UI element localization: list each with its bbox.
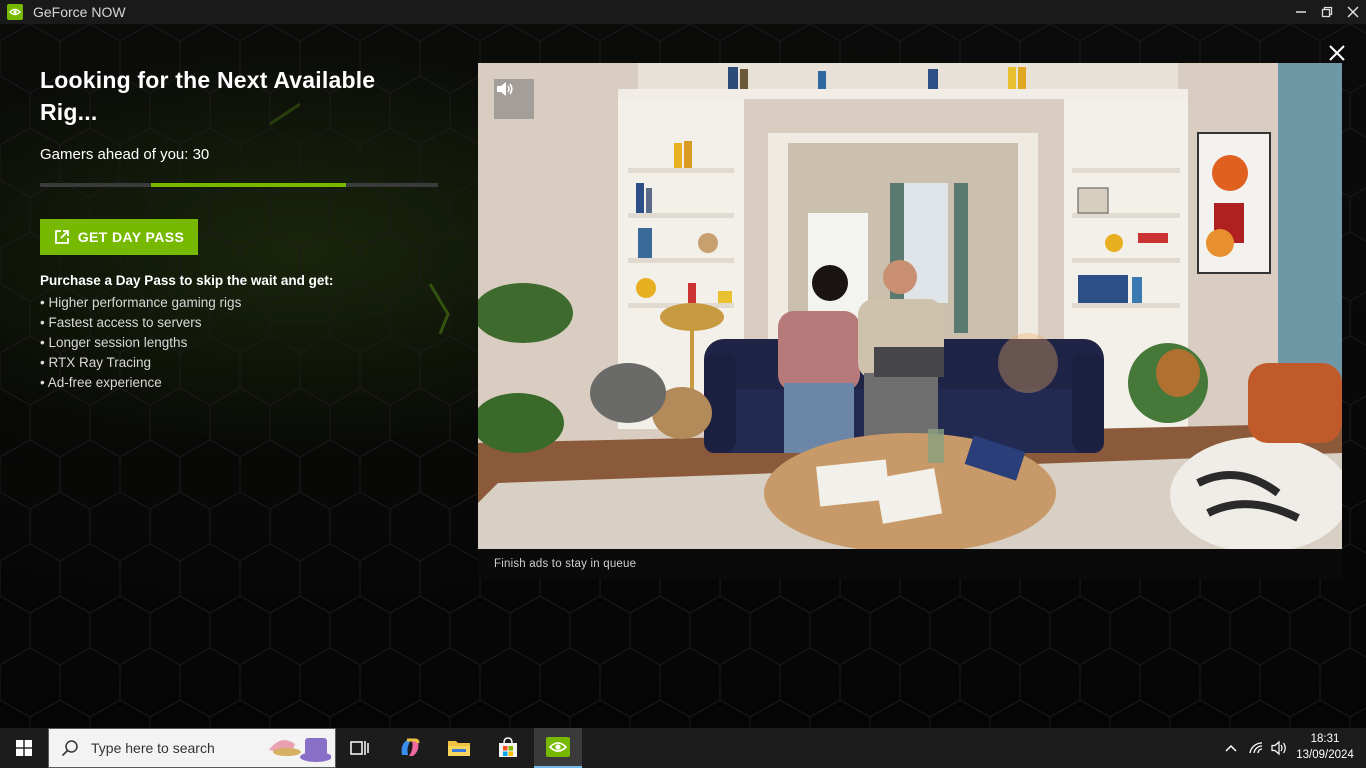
minimize-icon xyxy=(1296,11,1306,13)
geforce-now-taskbar-button[interactable] xyxy=(534,728,582,768)
minimize-button[interactable] xyxy=(1288,0,1314,24)
close-icon xyxy=(1329,45,1345,61)
copilot-icon xyxy=(401,738,420,756)
show-hidden-icons-button[interactable] xyxy=(1220,728,1242,768)
benefit-item: • Ad-free experience xyxy=(40,375,162,390)
queue-heading: Looking for the Next Available Rig... xyxy=(40,67,376,125)
external-link-icon xyxy=(54,230,69,244)
search-highlight-icon xyxy=(269,738,331,762)
close-icon xyxy=(1347,6,1359,18)
title-bar: GeForce NOW xyxy=(0,0,1366,24)
restore-button[interactable] xyxy=(1314,0,1340,24)
video-caption-bar: Finish ads to stay in queue xyxy=(478,549,1342,579)
queue-progress-fill xyxy=(151,183,347,187)
close-queue-button[interactable] xyxy=(1325,41,1349,65)
gamers-ahead-text: Gamers ahead of you: 30 xyxy=(40,146,210,163)
clock-time: 18:31 xyxy=(1310,733,1340,745)
chevron-up-icon xyxy=(1225,744,1237,752)
ad-video[interactable] xyxy=(478,63,1342,549)
benefit-item: • Higher performance gaming rigs xyxy=(40,295,242,310)
taskbar-clock[interactable]: 18:31 13/09/2024 xyxy=(1290,731,1360,763)
windows-logo-icon xyxy=(16,740,32,756)
volume-button[interactable] xyxy=(494,79,534,119)
nvidia-logo-icon xyxy=(7,4,23,20)
file-explorer-button[interactable] xyxy=(435,728,483,768)
folder-icon xyxy=(448,741,470,756)
benefit-item: • Fastest access to servers xyxy=(40,315,202,330)
nvidia-logo-icon xyxy=(546,737,570,757)
task-view-icon xyxy=(350,741,369,755)
get-day-pass-button[interactable]: GET DAY PASS xyxy=(40,219,198,255)
taskbar: Type here to search 18:31 13/09/2024 xyxy=(0,728,1366,768)
copilot-button[interactable] xyxy=(386,728,434,768)
window-title: GeForce NOW xyxy=(33,4,126,20)
store-icon xyxy=(499,737,517,757)
benefits-list: • Higher performance gaming rigs • Faste… xyxy=(40,293,241,393)
task-view-button[interactable] xyxy=(336,728,384,768)
wifi-icon xyxy=(1249,742,1263,754)
clock-date: 13/09/2024 xyxy=(1296,749,1354,761)
get-day-pass-label: GET DAY PASS xyxy=(77,229,185,245)
benefit-item: • RTX Ray Tracing xyxy=(40,355,152,370)
taskbar-search-box[interactable]: Type here to search xyxy=(48,728,336,768)
microsoft-store-button[interactable] xyxy=(484,728,532,768)
video-caption: Finish ads to stay in queue xyxy=(494,558,637,570)
search-placeholder: Type here to search xyxy=(91,740,215,756)
volume-icon xyxy=(1271,740,1286,756)
speaker-icon xyxy=(497,82,513,96)
restore-icon xyxy=(1321,6,1333,18)
benefit-item: • Longer session lengths xyxy=(40,335,188,350)
volume-tray-button[interactable] xyxy=(1268,728,1290,768)
start-button[interactable] xyxy=(0,728,48,768)
network-button[interactable] xyxy=(1246,728,1268,768)
window-close-button[interactable] xyxy=(1340,0,1366,24)
ad-video-frame xyxy=(478,63,1342,549)
search-icon xyxy=(61,740,78,757)
benefits-title: Purchase a Day Pass to skip the wait and… xyxy=(40,273,334,288)
queue-progress-bar xyxy=(40,183,438,187)
